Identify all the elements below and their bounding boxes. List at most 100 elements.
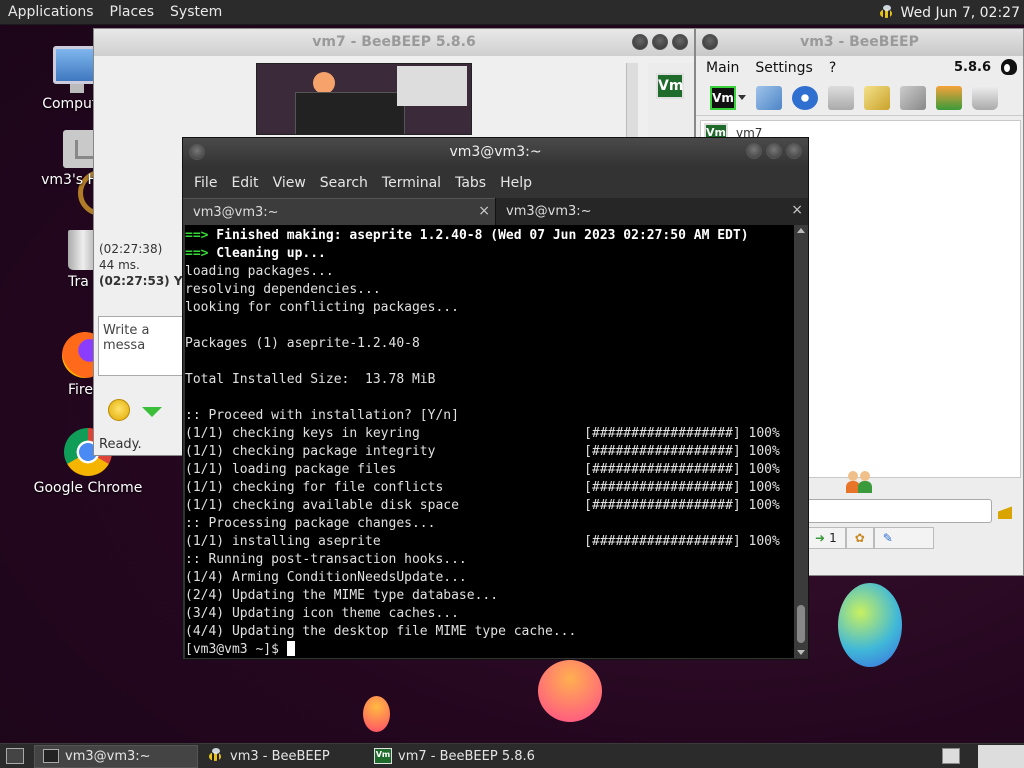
task-label: vm3 - BeeBEEP xyxy=(230,748,330,764)
tools-icon[interactable] xyxy=(900,85,926,110)
menu-main[interactable]: Main xyxy=(696,60,745,76)
status-logo-icon[interactable]: Vm xyxy=(710,85,736,110)
terminal-scrollbar[interactable] xyxy=(794,225,808,658)
update-icon[interactable] xyxy=(936,85,962,110)
chat-toolbar xyxy=(108,399,162,421)
chevron-down-icon[interactable] xyxy=(738,95,746,100)
beebeep-logo-icon: Vm xyxy=(374,748,392,764)
bottom-tabs: ➜ 1 ✿ ✎ xyxy=(806,527,934,549)
task-beebeep-vm7[interactable]: Vm vm7 - BeeBEEP 5.8.6 xyxy=(366,745,543,768)
top-panel: Applications Places System Wed Jun 7, 02… xyxy=(0,0,1024,25)
close-button[interactable] xyxy=(786,143,802,159)
window-list-icon[interactable] xyxy=(942,748,960,764)
terminal-prompt-line: [vm3@vm3 ~]$ xyxy=(185,641,796,658)
terminal-prompt: [vm3@vm3 ~]$ xyxy=(185,642,287,657)
scroll-up-icon[interactable] xyxy=(797,228,805,233)
terminal-text: ==> Finished making: aseprite 1.2.40-8 (… xyxy=(185,227,796,658)
beebeep-logo-icon: Vm xyxy=(656,73,684,99)
menu-help[interactable]: Help xyxy=(493,175,539,191)
maximize-button[interactable] xyxy=(766,143,782,159)
terminal-line: Total Installed Size: 13.78 MiB xyxy=(185,371,796,389)
decor-blob-small xyxy=(363,696,390,732)
menu-places[interactable]: Places xyxy=(102,4,163,20)
terminal-line-text: (1/1) checking keys in keyring [########… xyxy=(185,426,780,441)
terminal-line: ==> Cleaning up... xyxy=(185,245,796,263)
terminal-line-text: (3/4) Updating icon theme caches... xyxy=(185,606,459,621)
terminal-line: loading packages... xyxy=(185,263,796,281)
close-tab-icon[interactable]: × xyxy=(478,203,490,219)
note-icon[interactable] xyxy=(864,85,890,110)
show-desktop-icon[interactable] xyxy=(6,748,24,764)
tab-2[interactable]: vm3@vm3:~ × xyxy=(495,198,808,225)
menu-terminal[interactable]: Terminal xyxy=(375,175,448,191)
menu-tabs[interactable]: Tabs xyxy=(448,175,493,191)
terminal-line: :: Processing package changes... xyxy=(185,515,796,533)
users-count: 1 xyxy=(829,531,837,545)
window-title: vm3 - BeeBEEP xyxy=(800,34,919,50)
message-input[interactable]: Write a messa xyxy=(98,316,188,376)
edit-profile-icon[interactable] xyxy=(756,85,782,110)
menu-settings[interactable]: Settings xyxy=(745,60,818,76)
menu-help[interactable]: ? xyxy=(819,60,842,76)
trash-icon[interactable] xyxy=(972,85,998,110)
menu-file[interactable]: File xyxy=(187,175,224,191)
tab-bar: vm3@vm3:~ × vm3@vm3:~ × xyxy=(183,198,808,225)
workspace-switcher[interactable] xyxy=(978,745,1024,768)
menu-edit[interactable]: Edit xyxy=(224,175,265,191)
shared-screen-preview[interactable] xyxy=(256,63,472,135)
terminal-line: (1/1) loading package files [###########… xyxy=(185,461,796,479)
minimize-button[interactable] xyxy=(746,143,762,159)
window-titlebar[interactable]: vm3 - BeeBEEP xyxy=(696,29,1023,56)
terminal-cursor xyxy=(286,641,295,656)
terminal-line: (2/4) Updating the MIME type database... xyxy=(185,587,796,605)
decor-blob-blue xyxy=(838,583,902,667)
network-icon[interactable] xyxy=(792,85,818,110)
terminal-line-text: (2/4) Updating the MIME type database... xyxy=(185,588,499,603)
send-file-icon[interactable] xyxy=(142,407,162,417)
emoticon-icon[interactable] xyxy=(108,399,130,421)
terminal-line-text: loading packages... xyxy=(185,264,334,279)
task-terminal[interactable]: vm3@vm3:~ xyxy=(34,744,198,768)
minimize-button[interactable] xyxy=(632,34,648,50)
clock[interactable]: Wed Jun 7, 02:27 xyxy=(901,5,1020,21)
terminal-line-text: :: Processing package changes... xyxy=(185,516,436,531)
folder-icon[interactable] xyxy=(828,85,854,110)
close-button[interactable] xyxy=(672,34,688,50)
task-beebeep-vm3[interactable]: vm3 - BeeBEEP xyxy=(198,745,366,768)
window-titlebar[interactable]: vm7 - BeeBEEP 5.8.6 xyxy=(94,29,694,56)
menu-view[interactable]: View xyxy=(266,175,313,191)
users-tab[interactable]: ➜ 1 xyxy=(806,527,846,549)
scroll-down-icon[interactable] xyxy=(797,650,805,655)
window-menu-button[interactable] xyxy=(189,144,205,160)
window-menu-button[interactable] xyxy=(702,34,718,50)
terminal-line-text: resolving dependencies... xyxy=(185,282,381,297)
menu-search[interactable]: Search xyxy=(313,175,375,191)
menu-system[interactable]: System xyxy=(162,4,230,20)
terminal-line-text: :: Running post-transaction hooks... xyxy=(185,552,467,567)
terminal-line-prefix: ==> xyxy=(185,228,209,243)
menubar: File Edit View Search Terminal Tabs Help xyxy=(183,167,808,198)
tab-1[interactable]: vm3@vm3:~ × xyxy=(183,198,495,225)
terminal-line xyxy=(185,389,796,407)
clear-icon[interactable] xyxy=(998,503,1012,519)
terminal-output[interactable]: ==> Finished making: aseprite 1.2.40-8 (… xyxy=(185,225,796,658)
maximize-button[interactable] xyxy=(652,34,668,50)
window-titlebar[interactable]: vm3@vm3:~ xyxy=(183,138,808,167)
beebeep-tray-icon[interactable] xyxy=(877,4,895,21)
groups-tab[interactable]: ✿ xyxy=(845,527,874,549)
users-icon[interactable] xyxy=(846,469,874,493)
terminal-line-text: Finished making: aseprite 1.2.40-8 (Wed … xyxy=(208,228,749,243)
menu-applications[interactable]: Applications xyxy=(0,4,102,20)
terminal-line-text: (1/4) Arming ConditionNeedsUpdate... xyxy=(185,570,467,585)
terminal-line-text: (1/1) loading package files [###########… xyxy=(185,462,780,477)
chats-tab[interactable]: ✎ xyxy=(873,527,934,549)
terminal-line: :: Running post-transaction hooks... xyxy=(185,551,796,569)
terminal-line: (1/1) checking keys in keyring [########… xyxy=(185,425,796,443)
search-input[interactable] xyxy=(806,499,992,523)
terminal-line: (1/1) installing aseprite [#############… xyxy=(185,533,796,551)
close-tab-icon[interactable]: × xyxy=(791,202,803,218)
terminal-line-text: :: Proceed with installation? [Y/n] xyxy=(185,408,459,423)
terminal-line: :: Proceed with installation? [Y/n] xyxy=(185,407,796,425)
version-label: 5.8.6 xyxy=(953,60,991,75)
scroll-thumb[interactable] xyxy=(797,605,805,643)
